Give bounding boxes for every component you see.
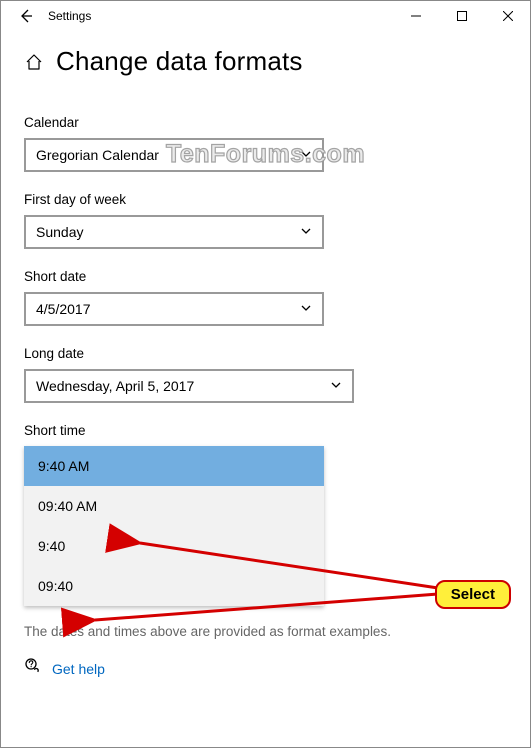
maximize-icon	[457, 11, 467, 21]
footer-note: The dates and times above are provided a…	[24, 624, 507, 639]
title-bar: Settings	[0, 0, 531, 32]
arrow-left-icon	[18, 8, 34, 24]
maximize-button[interactable]	[439, 0, 485, 32]
field-first-day: First day of week Sunday	[24, 192, 507, 249]
select-value: Gregorian Calendar	[36, 147, 159, 163]
short-time-dropdown[interactable]: 9:40 AM 09:40 AM 9:40 09:40	[24, 446, 324, 606]
close-button[interactable]	[485, 0, 531, 32]
dropdown-option[interactable]: 9:40 AM	[24, 446, 324, 486]
chevron-down-icon	[300, 147, 312, 163]
short-date-select[interactable]: 4/5/2017	[24, 292, 324, 326]
field-short-date: Short date 4/5/2017	[24, 269, 507, 326]
home-icon	[25, 53, 43, 71]
page-title: Change data formats	[56, 46, 303, 77]
annotation-label: Select	[435, 580, 511, 609]
window-controls	[393, 0, 531, 32]
field-label: Calendar	[24, 115, 507, 130]
get-help-link[interactable]: Get help	[52, 661, 105, 677]
minimize-button[interactable]	[393, 0, 439, 32]
close-icon	[503, 11, 513, 21]
app-title: Settings	[48, 9, 91, 23]
dropdown-option[interactable]: 9:40	[24, 526, 324, 566]
select-value: 4/5/2017	[36, 301, 91, 317]
minimize-icon	[411, 11, 421, 21]
dropdown-option[interactable]: 09:40 AM	[24, 486, 324, 526]
select-value: Wednesday, April 5, 2017	[36, 378, 194, 394]
chevron-down-icon	[330, 378, 342, 394]
calendar-select[interactable]: Gregorian Calendar	[24, 138, 324, 172]
dropdown-option[interactable]: 09:40	[24, 566, 324, 606]
back-button[interactable]	[6, 0, 46, 32]
long-date-select[interactable]: Wednesday, April 5, 2017	[24, 369, 354, 403]
home-button[interactable]	[24, 52, 44, 72]
first-day-select[interactable]: Sunday	[24, 215, 324, 249]
field-label: Short date	[24, 269, 507, 284]
select-value: Sunday	[36, 224, 83, 240]
help-row: Get help	[24, 657, 507, 680]
chevron-down-icon	[300, 224, 312, 240]
chevron-down-icon	[300, 301, 312, 317]
field-label: Long date	[24, 346, 507, 361]
page-header: Change data formats	[0, 32, 531, 85]
field-label: Short time	[24, 423, 507, 438]
help-icon	[24, 657, 42, 680]
field-long-date: Long date Wednesday, April 5, 2017	[24, 346, 507, 403]
field-label: First day of week	[24, 192, 507, 207]
field-calendar: Calendar Gregorian Calendar	[24, 115, 507, 172]
field-short-time: Short time 9:40 AM 09:40 AM 9:40 09:40	[24, 423, 507, 606]
